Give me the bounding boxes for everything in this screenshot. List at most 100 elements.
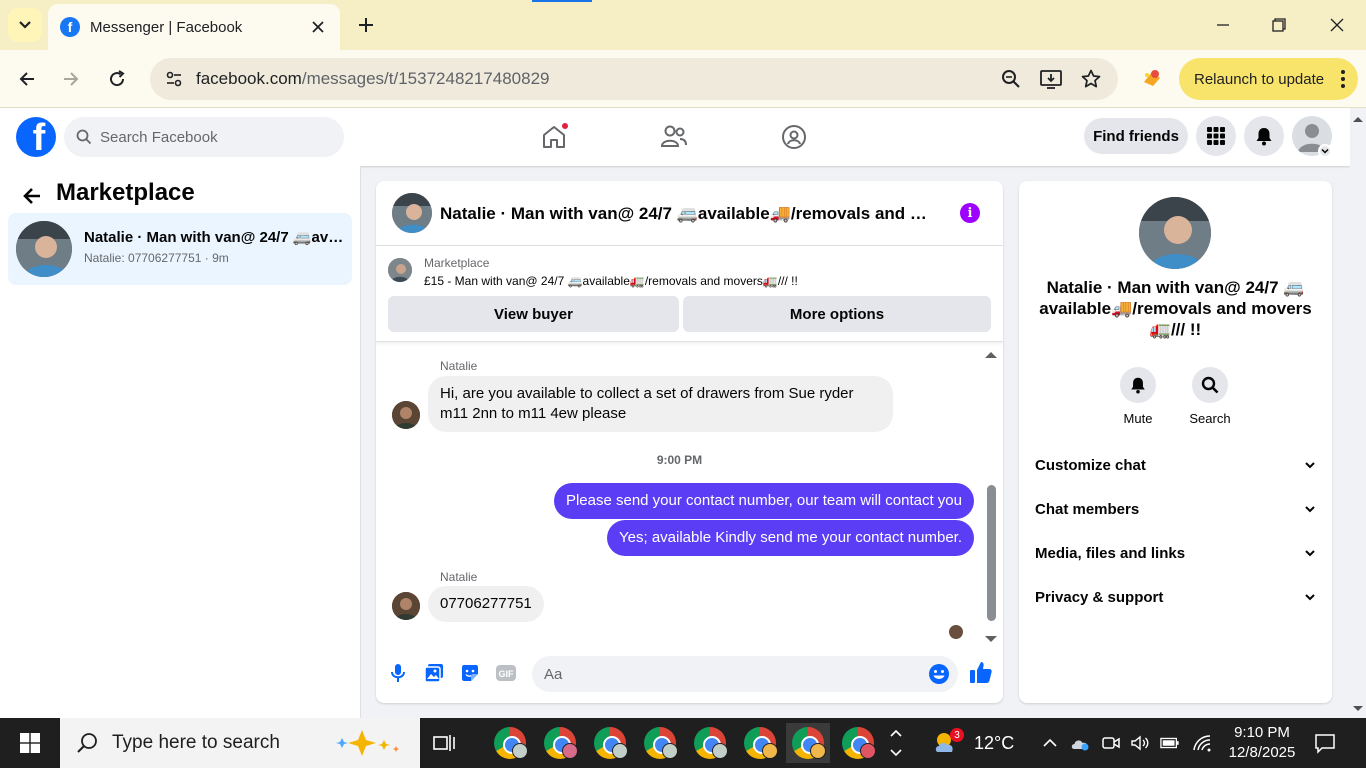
zoom-icon[interactable] [998,66,1024,92]
bookmark-star-icon[interactable] [1078,66,1104,92]
browser-toolbar: facebook.com/messages/t/1537248217480829… [0,50,1366,108]
taskbar-search-box[interactable]: Type here to search [60,718,420,768]
incoming-message[interactable]: Hi, are you available to collect a set o… [428,376,893,432]
chat-contact-avatar[interactable] [392,193,432,233]
taskbar-chrome-window-1[interactable] [488,723,532,763]
taskbar-chrome-window-3[interactable] [588,723,632,763]
voice-clip-button[interactable] [386,661,410,685]
scroll-thumb[interactable] [987,485,996,621]
menu-button[interactable] [1196,116,1236,156]
tab-search-button[interactable] [8,8,42,42]
chevron-down-icon [1305,506,1315,513]
restore-button[interactable] [1266,12,1292,38]
sender-avatar[interactable] [392,401,420,429]
minimize-button[interactable] [1210,12,1236,38]
section-label: Chat members [1035,500,1140,518]
photo-icon [424,664,443,683]
mute-button[interactable]: Mute [1103,367,1173,426]
facebook-logo-icon[interactable]: f [16,117,56,157]
facebook-search-input[interactable] [100,128,320,146]
start-button[interactable] [0,718,60,768]
incoming-message[interactable]: 07706277751 [428,586,544,622]
conversation-info-panel: Natalie · Man with van@ 24/7 🚐 available… [1019,181,1332,703]
page-scrollbar[interactable] [1350,108,1366,718]
site-info-icon[interactable] [162,67,186,91]
copilot-sparkle-icon[interactable] [332,728,408,758]
gif-button[interactable]: GIF [494,661,518,685]
battery-icon[interactable] [1160,733,1180,753]
search-icon [1192,367,1228,403]
show-hidden-icons-button[interactable] [1040,733,1060,753]
notifications-button[interactable] [1244,116,1284,156]
customize-chat-section[interactable]: Customize chat [1035,445,1316,485]
outgoing-message[interactable]: Yes; available Kindly send me your conta… [607,520,974,556]
sticker-button[interactable] [458,661,482,685]
extension-icon[interactable] [1138,64,1166,92]
message-input[interactable] [544,665,914,683]
browser-tab-messenger[interactable]: f Messenger | Facebook [48,4,340,50]
notification-center-icon[interactable] [1314,732,1336,754]
scroll-down-arrow-icon [1353,706,1363,711]
task-view-icon[interactable] [432,731,456,755]
more-options-button[interactable]: More options [683,296,991,332]
privacy-support-section[interactable]: Privacy & support [1035,577,1316,617]
minimize-icon [1217,24,1229,26]
search-in-conversation-button[interactable]: Search [1175,367,1245,426]
facebook-search-box[interactable] [64,117,344,157]
forward-button[interactable] [58,66,84,92]
temperature[interactable]: 12°C [974,733,1014,754]
emoji-icon[interactable] [928,663,950,685]
taskbar-scroll-chevrons-icon[interactable] [886,722,906,764]
tab-close-button[interactable] [308,17,328,37]
taskbar-chrome-window-2[interactable] [538,723,582,763]
home-nav-button[interactable] [539,122,569,152]
address-bar[interactable]: facebook.com/messages/t/1537248217480829 [150,58,1118,100]
profile-badge [712,743,728,759]
wifi-icon[interactable] [1192,733,1212,753]
reload-button[interactable] [104,66,130,92]
chevron-down-icon [1305,462,1315,469]
back-button[interactable] [14,66,40,92]
friends-nav-button[interactable] [659,122,689,152]
logo-letter: f [32,117,46,157]
install-app-icon[interactable] [1038,66,1064,92]
taskbar-chrome-window-8[interactable] [836,723,880,763]
groups-icon [782,125,806,149]
taskbar-chrome-window-6[interactable] [738,723,782,763]
attach-photo-button[interactable] [422,661,446,685]
url-text[interactable]: facebook.com/messages/t/1537248217480829 [196,69,998,89]
chat-panel: Natalie · Man with van@ 24/7 🚐available🚚… [376,181,1003,703]
taskbar-clock[interactable]: 9:10 PM 12/8/2025 [1222,723,1302,763]
send-like-button[interactable] [968,659,994,685]
onedrive-icon[interactable] [1070,733,1090,753]
find-friends-button[interactable]: Find friends [1084,118,1188,154]
relaunch-to-update-button[interactable]: Relaunch to update [1179,58,1358,100]
volume-icon[interactable] [1130,733,1150,753]
conversation-preview: Natalie: 07706277751 · 9m [84,251,229,265]
meet-now-icon[interactable] [1101,733,1121,753]
new-tab-button[interactable] [354,13,378,37]
profile-name: Natalie · Man with van@ 24/7 🚐 available… [1039,278,1312,339]
outgoing-message[interactable]: Please send your contact number, our tea… [553,483,974,519]
media-files-links-section[interactable]: Media, files and links [1035,533,1316,573]
message-input-box[interactable] [532,656,958,692]
chat-info-icon[interactable]: i [960,203,980,223]
chat-members-section[interactable]: Chat members [1035,489,1316,529]
groups-nav-button[interactable] [779,122,809,152]
listing-thumbnail[interactable] [388,258,412,282]
chat-title[interactable]: Natalie · Man with van@ 24/7 🚐available🚚… [440,204,942,224]
profile-avatar[interactable] [1139,197,1211,269]
conversation-item[interactable]: Natalie · Man with van@ 24/7 🚐available🚚… [8,213,352,285]
view-buyer-button[interactable]: View buyer [388,296,679,332]
thread-scrollbar[interactable] [984,345,998,645]
taskbar-chrome-window-4[interactable] [638,723,682,763]
gif-icon: GIF [496,665,516,681]
back-to-chats-button[interactable] [18,182,46,210]
taskbar-chrome-window-5[interactable] [688,723,732,763]
listing-description[interactable]: £15 - Man with van@ 24/7 🚐available🚛/rem… [424,274,798,288]
window-close-button[interactable] [1324,12,1350,38]
profile-badge [810,743,826,759]
account-chevron[interactable] [1318,144,1332,158]
sender-avatar[interactable] [392,592,420,620]
taskbar-chrome-window-7-active[interactable] [786,723,830,763]
